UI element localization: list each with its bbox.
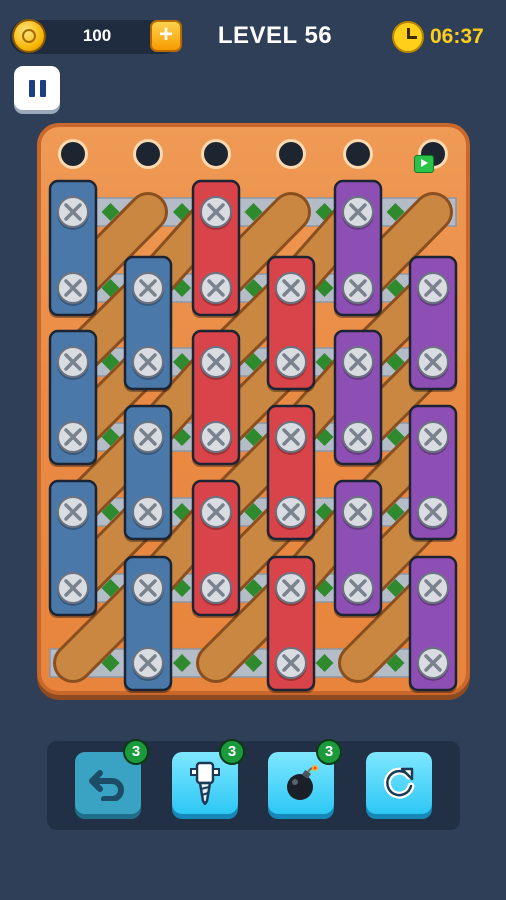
screw[interactable] <box>275 572 307 606</box>
bomb-icon <box>287 765 318 800</box>
screw[interactable] <box>275 496 307 530</box>
screw[interactable] <box>200 196 232 230</box>
screw[interactable] <box>200 421 232 455</box>
screw[interactable] <box>275 272 307 306</box>
screw[interactable] <box>275 421 307 455</box>
screw[interactable] <box>57 346 89 380</box>
screw[interactable] <box>200 572 232 606</box>
screw[interactable] <box>132 272 164 306</box>
screw[interactable] <box>342 421 374 455</box>
restart-icon <box>383 767 415 799</box>
screw[interactable] <box>417 272 449 306</box>
screw[interactable] <box>200 272 232 306</box>
screw[interactable] <box>57 572 89 606</box>
screw[interactable] <box>342 572 374 606</box>
screw[interactable] <box>342 346 374 380</box>
screw[interactable] <box>342 496 374 530</box>
screw[interactable] <box>57 196 89 230</box>
screw[interactable] <box>275 647 307 681</box>
screw[interactable] <box>417 647 449 681</box>
drill-icon <box>190 761 220 805</box>
screw[interactable] <box>57 272 89 306</box>
drill-count-badge: 3 <box>219 739 245 765</box>
screw[interactable] <box>342 272 374 306</box>
screw[interactable] <box>57 421 89 455</box>
screw[interactable] <box>132 496 164 530</box>
screw[interactable] <box>417 496 449 530</box>
screw[interactable] <box>417 346 449 380</box>
screw[interactable] <box>132 572 164 606</box>
screw[interactable] <box>57 496 89 530</box>
screw[interactable] <box>200 496 232 530</box>
bomb-count-badge: 3 <box>316 739 342 765</box>
screw[interactable] <box>275 346 307 380</box>
undo-count-badge: 3 <box>123 739 149 765</box>
screw[interactable] <box>417 421 449 455</box>
screw[interactable] <box>342 196 374 230</box>
undo-icon <box>89 770 124 801</box>
screw[interactable] <box>132 647 164 681</box>
screw[interactable] <box>132 346 164 380</box>
screw[interactable] <box>132 421 164 455</box>
screw[interactable] <box>417 572 449 606</box>
screw[interactable] <box>200 346 232 380</box>
restart-button[interactable] <box>366 752 432 814</box>
